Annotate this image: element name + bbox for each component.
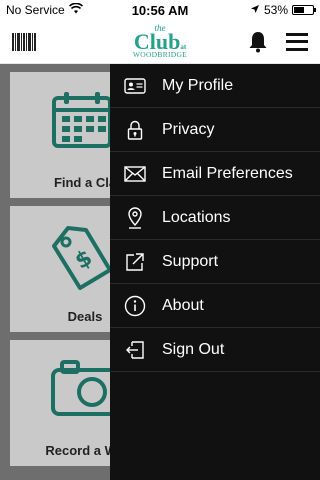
lock-icon — [124, 119, 146, 141]
menu-item-label: Sign Out — [162, 340, 225, 358]
side-menu: My Profile Privacy Email Preferences Loc… — [110, 64, 320, 480]
menu-item-privacy[interactable]: Privacy — [110, 108, 320, 152]
carrier-text: No Service — [6, 3, 65, 17]
menu-item-label: My Profile — [162, 76, 234, 94]
menu-item-email-preferences[interactable]: Email Preferences — [110, 152, 320, 196]
menu-item-sign-out[interactable]: Sign Out — [110, 328, 320, 372]
external-link-icon — [124, 251, 146, 273]
app-header: the Clubat WOODBRIDGE — [0, 20, 320, 64]
status-left: No Service — [6, 2, 83, 17]
svg-text:$: $ — [71, 245, 97, 274]
barcode-icon[interactable] — [12, 32, 36, 51]
app-screen: No Service 10:56 AM 53% the Clubat WOODB… — [0, 0, 320, 480]
menu-item-label: About — [162, 296, 204, 314]
battery-icon — [292, 5, 316, 15]
status-bar: No Service 10:56 AM 53% — [0, 0, 320, 20]
sign-out-icon — [124, 339, 146, 361]
menu-item-label: Locations — [162, 208, 231, 226]
wifi-icon — [68, 2, 83, 17]
menu-item-support[interactable]: Support — [110, 240, 320, 284]
menu-item-about[interactable]: About — [110, 284, 320, 328]
logo-sub: WOODBRIDGE — [132, 50, 188, 59]
calendar-icon — [50, 90, 114, 155]
tile-label: Deals — [67, 309, 103, 324]
menu-item-label: Support — [162, 252, 219, 270]
battery-percent: 53% — [263, 3, 288, 17]
status-right: 53% — [250, 3, 316, 17]
logo-club: Clubat — [128, 31, 192, 53]
hamburger-menu-icon[interactable] — [286, 32, 308, 51]
info-icon — [124, 295, 146, 317]
location-pin-icon — [124, 206, 146, 229]
menu-item-label: Privacy — [162, 120, 215, 138]
location-arrow-icon — [250, 3, 260, 17]
club-logo: the Clubat WOODBRIDGE — [128, 24, 192, 60]
id-card-icon — [124, 75, 146, 97]
menu-item-locations[interactable]: Locations — [110, 196, 320, 240]
battery-fill — [294, 7, 304, 13]
bell-icon[interactable] — [248, 31, 268, 53]
tag-icon: $ — [50, 224, 114, 299]
menu-item-label: Email Preferences — [162, 164, 293, 182]
menu-item-my-profile[interactable]: My Profile — [110, 64, 320, 108]
header-actions — [248, 31, 308, 53]
envelope-icon — [124, 163, 146, 185]
tile-label: Find a Cla — [53, 175, 117, 190]
